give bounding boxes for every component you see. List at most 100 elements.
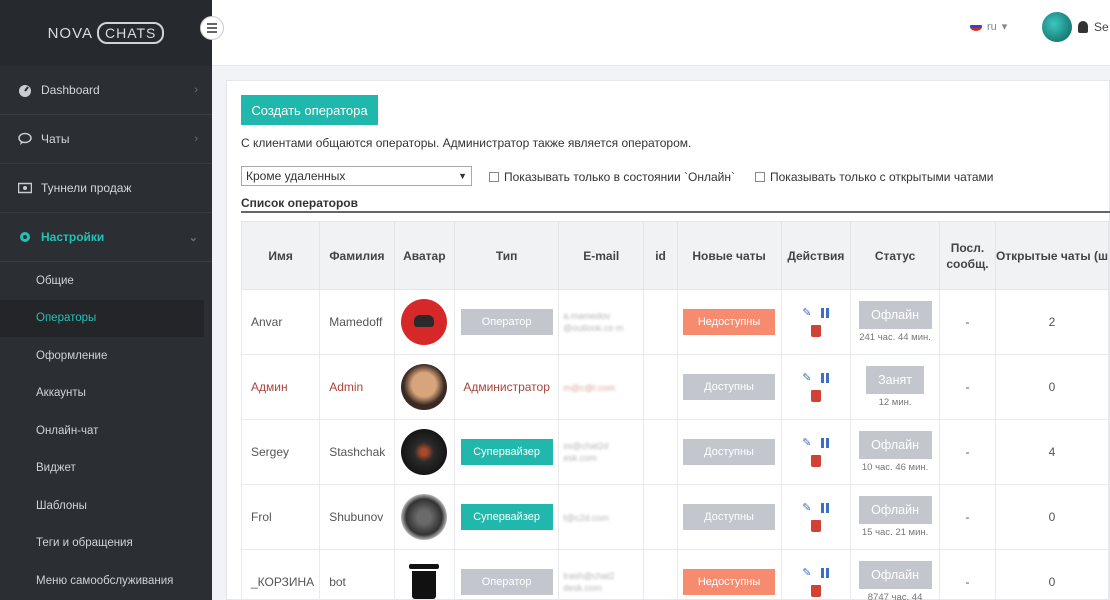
- status-duration: 241 час. 44 мин.: [859, 332, 931, 343]
- submenu-item-tags[interactable]: Теги и обращения: [0, 525, 212, 563]
- open-chats-checkbox[interactable]: Показывать только с открытыми чатами: [755, 170, 993, 184]
- col-header-type[interactable]: Тип: [454, 221, 560, 290]
- cell-avatar: [393, 419, 456, 485]
- email-text: m@c@l.com: [563, 383, 616, 393]
- new-chats-badge[interactable]: Доступны: [683, 439, 776, 465]
- sidebar-item-label: Настройки: [41, 230, 105, 244]
- new-chats-badge[interactable]: Доступны: [683, 504, 776, 530]
- cell-new-chats: Доступны: [676, 419, 782, 485]
- cell-last-message: -: [938, 549, 996, 600]
- edit-pencil-icon[interactable]: ✎: [801, 307, 812, 319]
- cell-email: m@c@l.com: [558, 354, 645, 420]
- trash-icon[interactable]: [810, 324, 821, 337]
- cell-last-name: Mamedoff: [319, 289, 395, 355]
- pause-icon[interactable]: [821, 503, 830, 513]
- trash-icon[interactable]: [810, 584, 821, 597]
- operator-filter-select[interactable]: Кроме удаленных ▼: [241, 166, 472, 186]
- avatar: [401, 494, 448, 540]
- submenu-item-design[interactable]: Оформление: [0, 337, 212, 375]
- edit-pencil-icon[interactable]: ✎: [801, 437, 812, 449]
- trash-icon[interactable]: [810, 519, 821, 532]
- divider: [241, 211, 1110, 213]
- operators-table: Имя Фамилия Аватар Тип E-mail id Новые ч…: [240, 221, 1110, 600]
- status-button[interactable]: Офлайн: [858, 561, 932, 589]
- table-row[interactable]: _КОРЗИНА bot Оператор trash@chat2 desk.c…: [240, 549, 1110, 600]
- submenu-item-general[interactable]: Общие: [0, 262, 212, 300]
- pause-icon[interactable]: [821, 438, 830, 448]
- logo-text-left: NOVA: [47, 24, 93, 42]
- status-button[interactable]: Офлайн: [858, 431, 932, 459]
- trash-icon[interactable]: [810, 389, 821, 402]
- bell-icon[interactable]: [1078, 21, 1088, 33]
- submenu-item-templates[interactable]: Шаблоны: [0, 487, 212, 525]
- sidebar-item-sales-funnels[interactable]: Туннели продаж: [0, 164, 212, 213]
- pause-icon[interactable]: [821, 373, 830, 383]
- sidebar: NOVA CHATS Dashboard › Чаты › Туннели пр…: [0, 0, 212, 600]
- edit-pencil-icon[interactable]: ✎: [801, 567, 812, 579]
- cell-actions: ✎: [780, 354, 852, 420]
- table-row[interactable]: Админ Admin Администратор m@c@l.com Дост…: [240, 354, 1110, 420]
- new-chats-badge[interactable]: Недоступны: [683, 309, 776, 335]
- checkbox-box[interactable]: [755, 172, 765, 182]
- info-text: С клиентами общаются операторы. Админист…: [241, 136, 692, 150]
- col-header-avatar: Аватар: [393, 221, 456, 290]
- cell-last-name: Admin: [319, 354, 395, 420]
- table-row[interactable]: Anvar Mamedoff Оператор a.mamedov @outlo…: [240, 289, 1110, 355]
- new-chats-badge[interactable]: Недоступны: [683, 569, 776, 595]
- cell-id: [643, 484, 678, 550]
- menu-toggle-icon[interactable]: [200, 16, 224, 40]
- col-header-last-name[interactable]: Фамилия: [319, 221, 395, 290]
- cell-new-chats: Доступны: [676, 484, 782, 550]
- new-chats-badge[interactable]: Доступны: [683, 374, 776, 400]
- cell-open-chats: 0: [994, 549, 1110, 600]
- col-header-id[interactable]: id: [643, 221, 678, 290]
- table-row[interactable]: Frol Shubunov Супервайзер f@c2d.com Дост…: [240, 484, 1110, 550]
- sidebar-item-settings[interactable]: Настройки ⌄: [0, 213, 212, 262]
- sidebar-item-chats[interactable]: Чаты ›: [0, 115, 212, 164]
- submenu-item-operators[interactable]: Операторы: [0, 299, 204, 337]
- submenu-item-self-service[interactable]: Меню самообслуживания: [0, 562, 212, 600]
- cell-last-name: Stashchak: [319, 419, 395, 485]
- col-header-open-chats[interactable]: Открытые чаты (ш: [994, 221, 1110, 290]
- type-badge: Супервайзер: [460, 439, 553, 465]
- trash-can-icon: [409, 564, 440, 600]
- status-button[interactable]: Занят: [866, 366, 925, 394]
- logo[interactable]: NOVA CHATS: [48, 22, 165, 44]
- cell-status: Занят 12 мин.: [850, 354, 940, 420]
- email-text: trash@chat2 desk.com: [563, 571, 615, 593]
- cell-first-name: _КОРЗИНА: [240, 549, 321, 600]
- status-button[interactable]: Офлайн: [858, 301, 932, 329]
- cell-new-chats: Доступны: [676, 354, 782, 420]
- submenu-item-widget[interactable]: Виджет: [0, 450, 212, 488]
- sidebar-item-dashboard[interactable]: Dashboard ›: [0, 66, 212, 115]
- col-header-last-message[interactable]: Посл. сообщ.: [938, 221, 996, 290]
- chevron-down-icon: ▾: [1001, 21, 1008, 33]
- sidebar-item-label: Туннели продаж: [41, 181, 132, 195]
- col-header-status[interactable]: Статус: [850, 221, 940, 290]
- checkbox-box[interactable]: [489, 172, 499, 182]
- language-selector[interactable]: ru ▾: [970, 20, 1007, 33]
- cell-id: [643, 549, 678, 600]
- online-only-checkbox[interactable]: Показывать только в состоянии `Онлайн`: [489, 170, 735, 184]
- col-header-new-chats[interactable]: Новые чаты: [676, 221, 782, 290]
- pause-icon[interactable]: [821, 308, 830, 318]
- edit-pencil-icon[interactable]: ✎: [801, 502, 812, 514]
- cell-last-message: -: [938, 484, 996, 550]
- user-menu[interactable]: Se: [1042, 12, 1109, 42]
- status-duration: 8747 час. 44: [867, 592, 923, 600]
- edit-pencil-icon[interactable]: ✎: [801, 372, 812, 384]
- trash-icon[interactable]: [810, 454, 821, 467]
- submenu-item-online-chat[interactable]: Онлайн-чат: [0, 412, 212, 450]
- email-text: a.mamedov @outlook.co m: [563, 311, 624, 333]
- email-text: f@c2d.com: [563, 513, 609, 523]
- pause-icon[interactable]: [821, 568, 830, 578]
- cell-last-message: -: [938, 419, 996, 485]
- status-button[interactable]: Офлайн: [858, 496, 932, 524]
- submenu-item-accounts[interactable]: Аккаунты: [0, 375, 212, 413]
- cell-first-name: Админ: [240, 354, 321, 420]
- table-row[interactable]: Sergey Stashchak Супервайзер ss@chat2d e…: [240, 419, 1110, 485]
- col-header-email[interactable]: E-mail: [558, 221, 645, 290]
- settings-submenu: Общие Операторы Оформление Аккаунты Онла…: [0, 262, 212, 600]
- create-operator-button[interactable]: Создать оператора: [241, 95, 378, 125]
- col-header-first-name[interactable]: Имя: [240, 221, 321, 290]
